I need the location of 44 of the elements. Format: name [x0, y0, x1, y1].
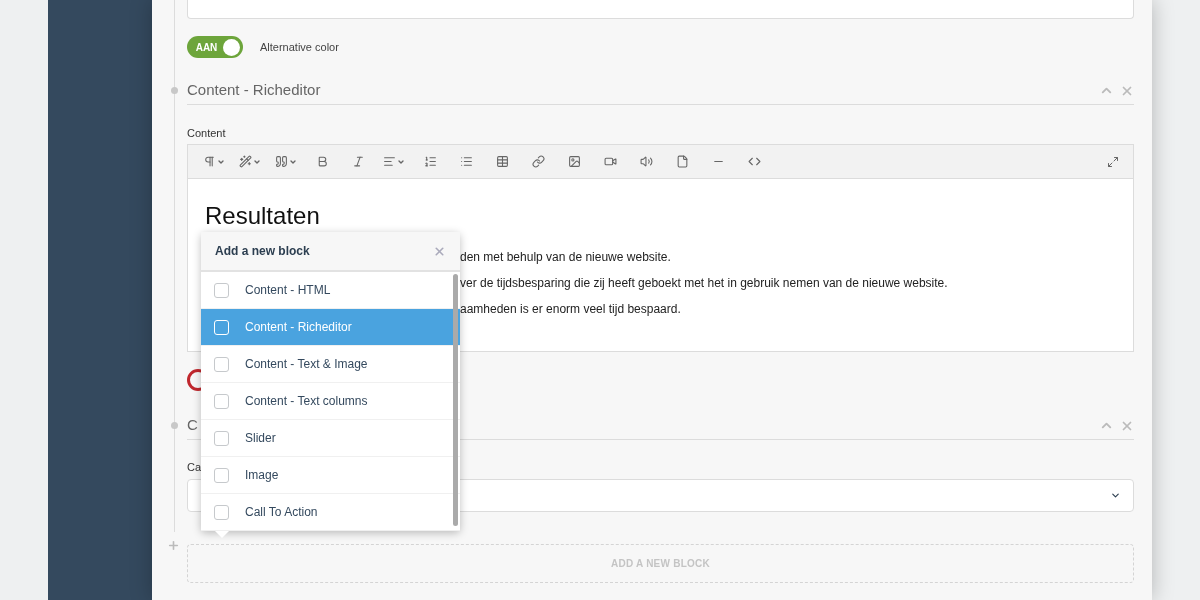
- block-title: C: [187, 415, 198, 436]
- editor-paragraph: ver de tijdsbesparing die zij heeft geboekt met het in gebruik nemen van de nieuwe website.: [460, 275, 949, 292]
- image-icon: [567, 155, 581, 168]
- video-camera-icon: [603, 155, 617, 168]
- paragraph-icon: [203, 155, 216, 168]
- quote-icon: [275, 155, 288, 168]
- close-icon: [433, 244, 446, 258]
- checkbox[interactable]: [214, 393, 229, 409]
- popup-pointer: [215, 531, 229, 538]
- editor-paragraph: aamheden is er enorm veel tijd bespaard.: [460, 301, 682, 318]
- close-button[interactable]: [433, 244, 446, 258]
- block-option[interactable]: Call To Action: [201, 494, 460, 531]
- block-option[interactable]: Content - Text columns: [201, 383, 460, 420]
- toggle-label: Alternative color: [260, 39, 339, 55]
- speaker-icon: [639, 155, 653, 168]
- magic-wand-icon: [239, 155, 252, 168]
- block-title: Content - Richeditor: [187, 80, 321, 101]
- editor-paragraph: den met behulp van de nieuwe website.: [460, 249, 672, 266]
- align-icon: [383, 155, 396, 168]
- editor-heading: Resultaten: [204, 201, 321, 231]
- block-option[interactable]: Slider: [201, 420, 460, 457]
- block-option[interactable]: Content - Text & Image: [201, 346, 460, 383]
- file-icon: [675, 155, 689, 168]
- checkbox[interactable]: [214, 430, 229, 446]
- table-icon: [495, 155, 509, 168]
- block-option[interactable]: Content - HTML: [201, 272, 460, 309]
- checkbox[interactable]: [214, 356, 229, 372]
- code-icon: [747, 155, 761, 168]
- checkbox[interactable]: [214, 504, 229, 520]
- input-field[interactable]: [187, 0, 1134, 19]
- plus-icon: [167, 539, 180, 552]
- expand-icon: [1107, 155, 1119, 168]
- link-icon: [531, 155, 545, 168]
- checkbox[interactable]: [214, 467, 229, 483]
- field-label: Content: [187, 126, 227, 139]
- popup-title: Add a new block: [215, 243, 310, 260]
- italic-icon: [351, 155, 365, 168]
- ordered-list-icon: [423, 155, 437, 168]
- block-option[interactable]: Image: [201, 457, 460, 494]
- checkbox[interactable]: [214, 282, 229, 298]
- bullet-list-icon: [459, 155, 473, 168]
- chevron-down-icon: [1110, 490, 1121, 501]
- field-label: Ca: [187, 460, 203, 473]
- fullscreen-button[interactable]: [1107, 155, 1119, 168]
